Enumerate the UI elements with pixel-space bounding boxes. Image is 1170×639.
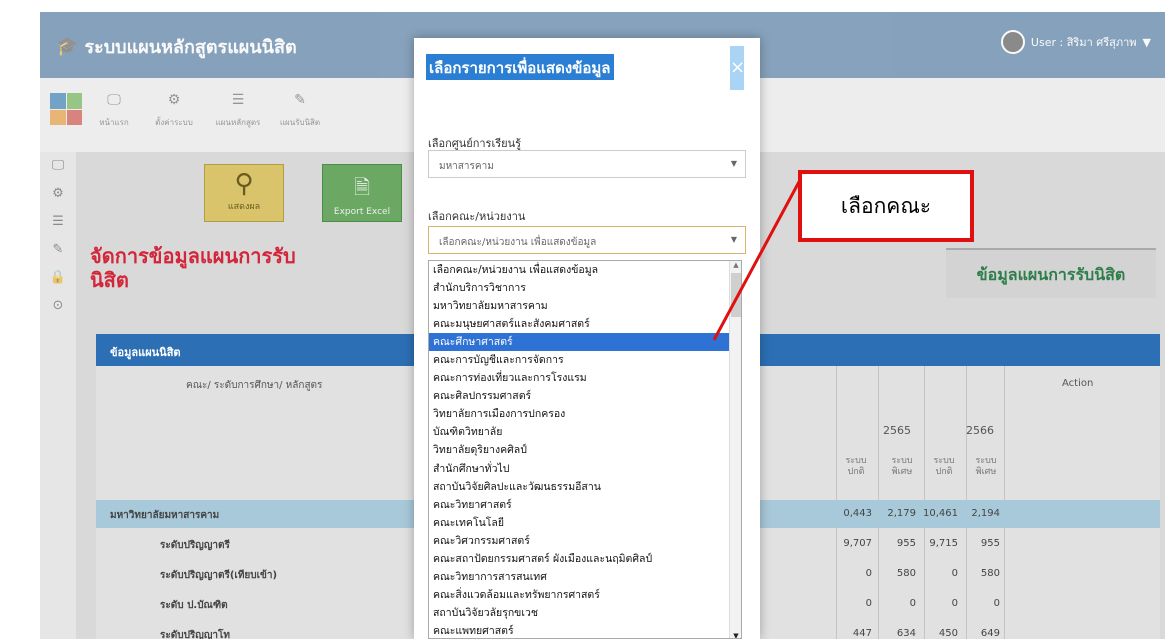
callout-label: เลือกคณะ — [798, 170, 974, 242]
callout-pointer-line — [712, 179, 802, 341]
